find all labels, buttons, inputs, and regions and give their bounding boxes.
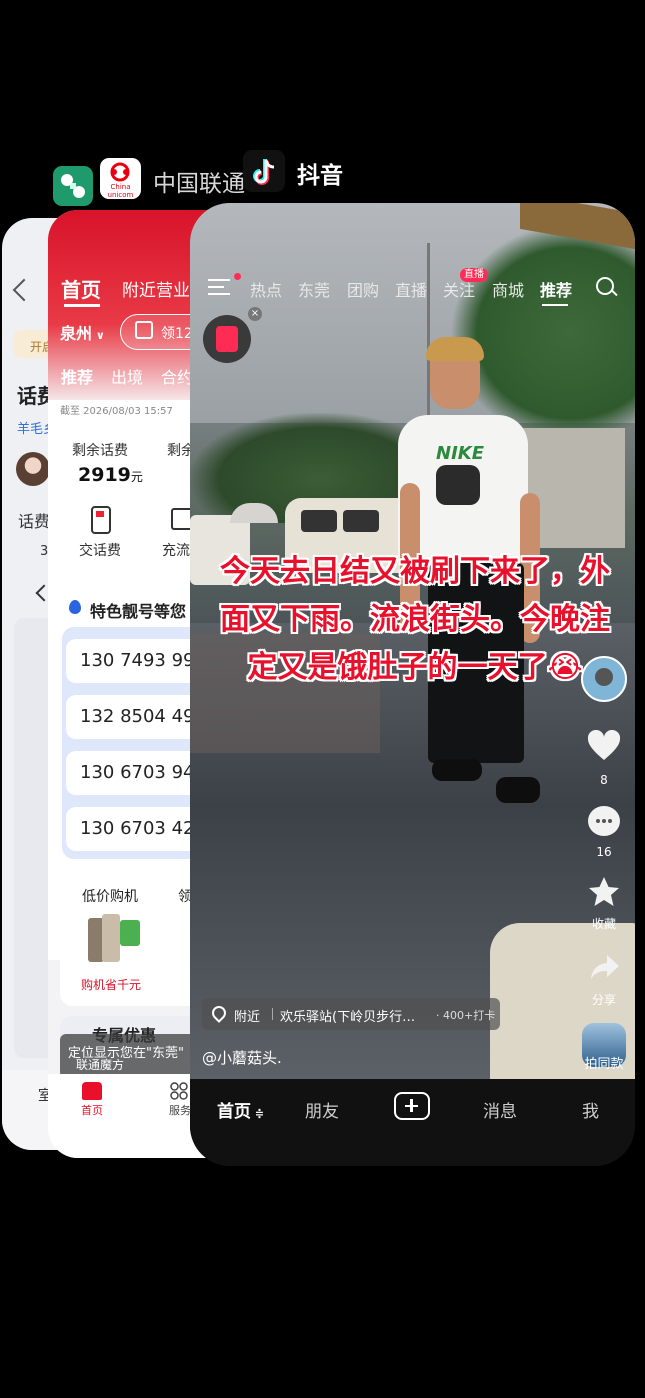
tab-mall[interactable]: 商城 [492, 277, 524, 301]
nav-messages[interactable]: 消息 [483, 1097, 517, 1122]
balance-value: 2919 [78, 464, 131, 486]
balance-unit: 元 [130, 470, 143, 484]
green-app-icon[interactable] [53, 166, 93, 206]
favorite-star-icon[interactable] [588, 876, 620, 908]
city-label: 泉州 [60, 324, 93, 343]
back-chevron-icon[interactable] [12, 278, 36, 302]
nav-service[interactable]: 服务 [169, 1102, 191, 1118]
create-plus-button[interactable] [394, 1092, 430, 1120]
nav-home[interactable]: 首页 [81, 1102, 103, 1118]
person-shoe-right [496, 777, 540, 803]
china-unicom-app-icon[interactable]: China unicom [100, 158, 141, 199]
same-style-label[interactable]: 拍同款 [579, 1053, 629, 1072]
author-name[interactable]: @小蘑菇头. [202, 1047, 282, 1068]
location-divider [272, 1008, 273, 1020]
nike-logo-text: NIKE [436, 443, 485, 464]
action-pay-bill[interactable]: 交话费 [79, 540, 121, 560]
comment-icon[interactable] [588, 806, 620, 836]
search-icon[interactable] [596, 277, 618, 297]
subtab-outbound[interactable]: 出境 [111, 364, 143, 388]
share-arrow-icon[interactable] [590, 954, 620, 980]
location-pill[interactable]: 附近 欢乐驿站(下岭贝步行… · 400+打卡 [202, 998, 500, 1030]
subtab-recommend[interactable]: 推荐 [61, 364, 93, 388]
magic-cube-label: 联通魔方 [76, 1058, 125, 1072]
person-hair [426, 337, 484, 361]
person-shoe-left [432, 759, 482, 781]
tab-home[interactable]: 首页 [61, 274, 101, 303]
panda-print [436, 465, 480, 505]
douyin-app-card[interactable]: NIKE 热点 东莞 团购 直播 关注 商城 推荐 直播 × 今天去日结又被刷下… [190, 203, 635, 1166]
home-icon[interactable] [82, 1082, 102, 1100]
promo-save-text: 购机省千元 [81, 978, 142, 992]
tab-live[interactable]: 直播 [395, 277, 427, 301]
coupon-text: 领12 [161, 326, 193, 342]
tab-recommend[interactable]: 推荐 [540, 277, 572, 301]
nav-me[interactable]: 我 [582, 1097, 599, 1122]
phone-bill-icon[interactable] [91, 506, 111, 534]
nav-home-label: 首页 [217, 1102, 251, 1122]
update-date: 截至 2026/08/03 15:57 [60, 406, 173, 417]
checkin-count: · 400+打卡 [436, 1009, 496, 1022]
balance-value-wrap[interactable]: 2919元 [78, 464, 143, 486]
red-packet-button[interactable] [203, 315, 251, 363]
location-name: 欢乐驿站(下岭贝步行… [280, 1010, 416, 1025]
nav-home-switch-icon: ≑ [251, 1107, 265, 1120]
like-heart-icon[interactable] [587, 729, 621, 762]
coupon-icon [135, 321, 153, 339]
tab-hot[interactable]: 热点 [250, 277, 282, 301]
nav-friends[interactable]: 朋友 [305, 1097, 339, 1122]
tab-nearby-store[interactable]: 附近营业 [122, 276, 190, 301]
douyin-bottom-nav: 首页 ≑ 朋友 消息 我 [190, 1079, 635, 1166]
video-caption: 今天去日结又被刷下来了，外面又下雨。流浪街头。今晚注定又是饿肚子的一天了😭 [220, 554, 610, 685]
location-prefix: 附近 [234, 1010, 261, 1025]
card1-label: 话费 [18, 512, 51, 531]
favorite-label: 收藏 [591, 917, 616, 931]
balance-label: 剩余话费 [72, 443, 128, 459]
author-avatar[interactable] [581, 656, 627, 702]
like-count: 8 [600, 773, 608, 787]
tab-home-underline [64, 304, 100, 307]
trees-right [450, 223, 635, 443]
phone-product-image [88, 914, 140, 964]
live-badge: 直播 [460, 268, 488, 282]
location-pin-icon [209, 1003, 229, 1023]
close-icon[interactable]: × [248, 307, 262, 321]
subtab-contract[interactable]: 合约 [161, 364, 193, 388]
menu-icon[interactable] [208, 273, 241, 295]
city-selector[interactable]: 泉州 ∨ [60, 320, 105, 344]
action-recharge[interactable]: 充流 [162, 540, 190, 560]
tab-group-buy[interactable]: 团购 [347, 277, 379, 301]
tab-dongguan[interactable]: 东莞 [298, 277, 330, 301]
fire-icon [69, 600, 81, 614]
service-grid-icon[interactable] [170, 1082, 188, 1100]
unicom-icon-text: China unicom [107, 183, 134, 199]
nav-home[interactable]: 首页 ≑ [217, 1097, 264, 1122]
unicom-app-label: 中国联通 [153, 171, 245, 197]
chevron-down-icon: ∨ [92, 329, 105, 342]
promo-cheap-phone[interactable]: 低价购机 [82, 886, 138, 906]
douyin-app-icon[interactable] [243, 150, 285, 192]
comment-count: 16 [596, 845, 612, 859]
douyin-app-label: 抖音 [297, 163, 343, 189]
tab-recommend-underline [542, 304, 568, 306]
special-numbers-title: 特色靓号等您 [90, 602, 187, 621]
red-packet-icon [216, 326, 238, 352]
share-label: 分享 [591, 993, 616, 1007]
avatar [16, 452, 50, 486]
